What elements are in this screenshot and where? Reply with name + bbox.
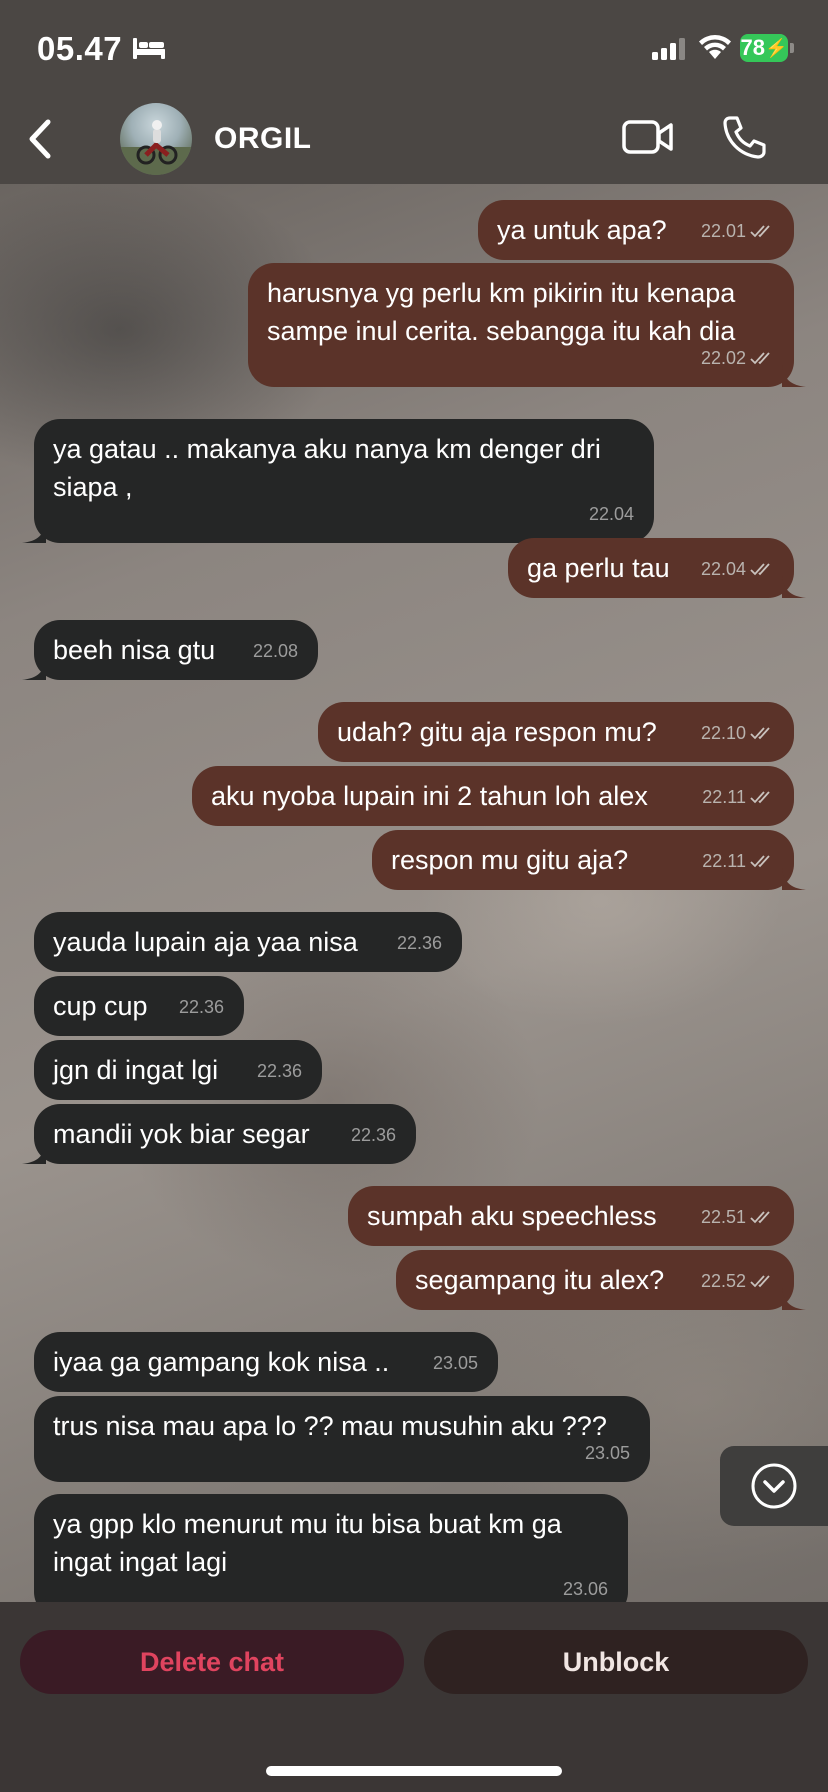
message-meta: 22.52 [701,1262,774,1300]
outgoing-message[interactable]: aku nyoba lupain ini 2 tahun loh alex 22.… [192,766,794,826]
message-time: 22.01 [700,221,746,241]
message-meta: 22.04 [701,550,774,588]
message-meta: 22.08 [253,632,298,670]
bed-icon [133,38,165,59]
outgoing-message[interactable]: harusnya yg perlu km pikirin itu kenapa … [248,263,806,387]
message-time: 22.36 [396,933,442,953]
message-meta: 22.02 [701,339,774,377]
message-meta: 22.11 [702,778,774,816]
message-time: 22.36 [256,1061,302,1081]
bubble-tail [22,521,46,543]
incoming-message[interactable]: ya gatau .. makanya aku nanya km denger … [22,419,654,543]
read-receipt-icon [750,727,770,740]
message-text: yauda lupain aja yaa nisa [53,927,358,957]
read-receipt-icon [750,563,770,576]
outgoing-message[interactable]: udah? gitu aja respon mu? 22.10 [318,702,794,762]
message-meta: 22.36 [257,1052,302,1090]
bubble-tail [22,1142,46,1164]
message-text: aku nyoba lupain ini 2 tahun loh alex [211,781,648,811]
bubble-tail [782,1288,806,1310]
message-time: 22.36 [350,1125,396,1145]
bubble-tail [22,658,46,680]
delete-chat-button[interactable]: Delete chat [20,1630,404,1694]
message-meta: 22.11 [702,842,774,880]
bubble-tail [782,365,806,387]
message-time: 23.05 [584,1443,630,1463]
message-meta: 22.04 [589,495,634,533]
home-indicator [266,1766,562,1776]
message-meta: 23.05 [585,1434,630,1472]
incoming-message[interactable]: yauda lupain aja yaa nisa 22.36 [34,912,462,972]
message-text: ya gatau .. makanya aku nanya km denger … [53,434,601,502]
read-receipt-icon [750,225,770,238]
incoming-message[interactable]: cup cup 22.36 [34,976,244,1036]
outgoing-message[interactable]: segampang itu alex? 22.52 [396,1250,806,1310]
status-bar: 05.47 78 ⚡ [0,0,828,96]
message-meta: 22.36 [179,988,224,1026]
message-text: iyaa ga gampang kok nisa .. [53,1347,390,1377]
video-call-icon[interactable] [622,118,674,156]
message-time: 23.05 [432,1353,478,1373]
message-meta: 22.01 [701,212,774,250]
read-receipt-icon [750,1211,770,1224]
outgoing-message[interactable]: ga perlu tau 22.04 [508,538,806,598]
back-chevron-icon[interactable] [24,118,54,160]
charging-bolt-icon: ⚡ [765,37,788,58]
bubble-tail [782,868,806,890]
message-time: 22.52 [700,1271,746,1291]
message-time: 22.11 [702,787,746,807]
message-time: 22.11 [702,851,746,871]
read-receipt-icon [750,855,770,868]
read-receipt-icon [750,1275,770,1288]
message-time: 22.51 [700,1207,746,1227]
contact-name[interactable]: ORGIL [214,122,312,156]
incoming-message[interactable]: jgn di ingat lgi 22.36 [34,1040,322,1100]
message-list: ya untuk apa? 22.01 harusnya yg perlu km p… [0,0,828,1618]
battery-level: 78 [740,35,766,60]
message-text: harusnya yg perlu km pikirin itu kenapa … [267,278,736,346]
voice-call-icon[interactable] [722,114,766,160]
read-receipt-icon [750,791,770,804]
avatar-photo [120,120,192,175]
contact-avatar[interactable] [120,103,192,175]
incoming-message[interactable]: ya gpp klo menurut mu itu bisa buat km g… [22,1494,628,1618]
incoming-message[interactable]: trus nisa mau apa lo ?? mau musuhin aku … [34,1396,650,1482]
battery-tip [790,43,794,53]
status-time: 05.47 [37,30,123,67]
scroll-to-bottom-button[interactable] [720,1446,828,1526]
chat-header: ORGIL [0,96,828,184]
message-time: 22.36 [178,997,224,1017]
chevron-down-circle-icon [751,1463,797,1509]
message-meta: 22.10 [701,714,774,752]
message-meta: 22.36 [351,1116,396,1154]
message-text: trus nisa mau apa lo ?? mau musuhin aku … [53,1411,607,1441]
message-time: 22.04 [700,559,746,579]
incoming-message[interactable]: mandii yok biar segar 22.36 [22,1104,416,1164]
outgoing-message[interactable]: sumpah aku speechless 22.51 [348,1186,794,1246]
bubble-tail [782,576,806,598]
message-meta: 22.36 [397,924,442,962]
incoming-message[interactable]: beeh nisa gtu 22.08 [22,620,318,680]
read-receipt-icon [750,352,770,365]
message-time: 22.04 [588,504,634,524]
outgoing-message[interactable]: ya untuk apa? 22.01 [478,200,794,260]
cellular-signal-icon [652,38,685,60]
battery-indicator: 78 ⚡ [740,34,788,62]
incoming-message[interactable]: iyaa ga gampang kok nisa .. 23.05 [34,1332,498,1392]
message-text: mandii yok biar segar [53,1119,310,1149]
message-meta: 22.51 [701,1198,774,1236]
message-meta: 23.05 [433,1344,478,1382]
message-time: 22.02 [700,348,746,368]
blocked-actions-bar: Delete chat Unblock [0,1602,828,1792]
outgoing-message[interactable]: respon mu gitu aja? 22.11 [372,830,806,890]
message-time: 22.08 [252,641,298,661]
message-text: ya gpp klo menurut mu itu bisa buat km g… [53,1509,562,1577]
unblock-button[interactable]: Unblock [424,1630,808,1694]
wifi-icon [699,35,731,59]
message-time: 22.10 [700,723,746,743]
